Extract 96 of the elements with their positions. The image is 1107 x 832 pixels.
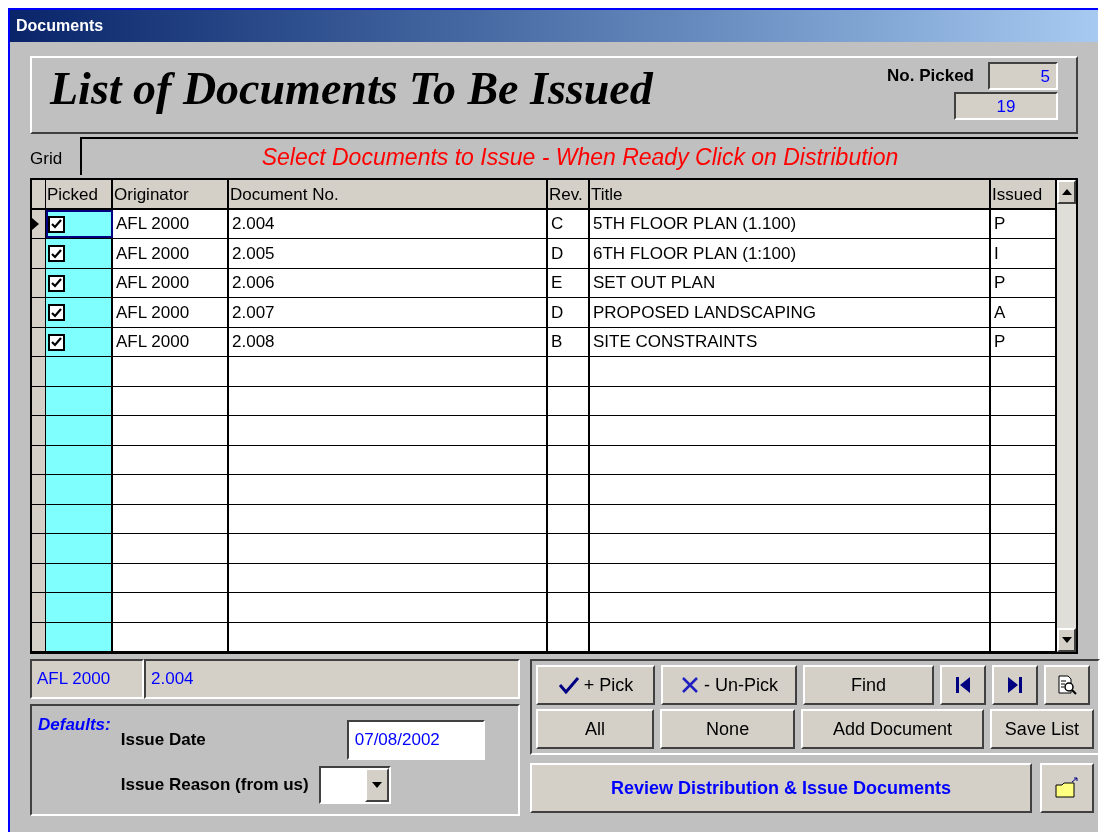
total-count-field: 19 [954,92,1058,120]
icon-button[interactable] [992,665,1038,705]
row-selector[interactable] [32,593,46,622]
column-header[interactable]: Rev. [548,180,590,208]
picked-cell[interactable] [46,504,113,534]
picked-cell[interactable] [46,209,113,239]
column-header[interactable]: Title [590,180,991,208]
table-cell: D [548,298,590,327]
toolbar-button[interactable]: Save List [989,709,1094,749]
table-cell: AFL 2000 [113,298,229,327]
picked-cell[interactable] [46,593,113,622]
table-cell: 5TH FLOOR PLAN (1.100) [590,209,991,239]
picked-cell[interactable] [46,622,113,651]
defaults-label: Defaults: [38,714,111,736]
table-cell: AFL 2000 [113,239,229,268]
toolbar-button[interactable]: All [536,709,655,749]
picked-cell[interactable] [46,268,113,298]
page-title: List of Documents To Be Issued [50,66,653,112]
toolbar-button[interactable]: Find [803,665,934,705]
toolbar-button[interactable]: + Pick [536,665,655,705]
picked-cell[interactable] [46,475,113,504]
row-selector[interactable] [32,209,46,239]
icon-button[interactable] [1044,665,1090,705]
row-selector[interactable] [32,357,46,386]
issue-reason-label: Issue Reason (from us) [120,774,309,797]
picked-checkbox[interactable] [48,304,65,322]
picked-checkbox[interactable] [48,333,65,351]
toolbar-button[interactable]: Add Document [801,709,984,749]
row-selector[interactable] [32,475,46,504]
picked-cell[interactable] [46,416,113,445]
row-selector[interactable] [32,622,46,651]
row-selector[interactable] [32,416,46,445]
picked-count-field: 5 [988,62,1058,90]
issue-date-field[interactable]: 07/08/2002 [346,720,485,760]
scroll-down-icon[interactable] [1061,637,1072,643]
row-selector[interactable] [32,386,46,416]
picked-checkbox[interactable] [48,274,65,292]
table-cell: SITE CONSTRAINTS [590,327,991,357]
picked-cell[interactable] [46,298,113,327]
row-selector[interactable] [32,534,46,563]
column-header[interactable]: Picked [46,180,113,208]
picked-checkbox[interactable] [48,245,65,263]
dropdown-caret-icon [371,782,382,788]
last-record-icon [1006,675,1024,695]
column-header[interactable]: Originator [113,180,229,208]
table-cell: D [548,239,590,268]
toolbar-button[interactable]: None [660,709,796,749]
table-cell: PROPOSED LANDSCAPING [590,298,991,327]
table-cell: AFL 2000 [113,209,229,239]
row-selector[interactable] [32,445,46,475]
table-cell: SET OUT PLAN [590,268,991,298]
issue-date-label: Issue Date [120,729,206,752]
table-cell: C [548,209,590,239]
table-cell: 2.007 [229,298,548,327]
review-distribution-button[interactable]: Review Distribution & Issue Documents [530,763,1032,813]
row-selector[interactable] [32,239,46,268]
table-cell: E [548,268,590,298]
toolbar-button[interactable]: - Un-Pick [661,665,797,705]
grid-label: Grid [30,147,64,170]
picked-cell[interactable] [46,563,113,593]
table-cell: 2.005 [229,239,548,268]
picked-cell[interactable] [46,534,113,563]
table-cell: 2.004 [229,209,548,239]
table-cell: AFL 2000 [113,327,229,357]
picked-cell[interactable] [46,445,113,475]
row-selector[interactable] [32,268,46,298]
column-header[interactable]: Document No. [229,180,548,208]
checkmark-icon [557,676,580,694]
row-selector[interactable] [32,504,46,534]
folder-button[interactable] [1040,763,1094,813]
picked-cell[interactable] [46,386,113,416]
table-cell: 2.008 [229,327,548,357]
print-preview-icon [1056,674,1078,696]
row-selector[interactable] [32,327,46,357]
table-cell: 6TH FLOOR PLAN (1:100) [590,239,991,268]
folder-icon [1054,777,1080,799]
table-cell: AFL 2000 [113,268,229,298]
icon-button[interactable] [940,665,986,705]
row-selector[interactable] [32,563,46,593]
row-selector[interactable] [32,298,46,327]
first-record-icon [954,675,972,695]
table-cell: 2.006 [229,268,548,298]
table-cell: B [548,327,590,357]
vertical-scrollbar[interactable] [1057,180,1076,652]
picked-cell[interactable] [46,357,113,386]
issue-reason-dropdown[interactable] [318,766,391,804]
cross-icon [680,675,700,695]
scroll-up-icon[interactable] [1061,189,1072,195]
window-title: Documents [16,16,104,36]
picked-count-label: No. Picked [887,65,974,88]
current-originator-field: AFL 2000 [30,659,144,699]
picked-cell[interactable] [46,239,113,268]
instruction-text: Select Documents to Issue - When Ready Click on Distribution [261,142,899,172]
current-document-field: 2.004 [144,659,520,699]
picked-cell[interactable] [46,327,113,357]
picked-checkbox[interactable] [48,215,65,233]
